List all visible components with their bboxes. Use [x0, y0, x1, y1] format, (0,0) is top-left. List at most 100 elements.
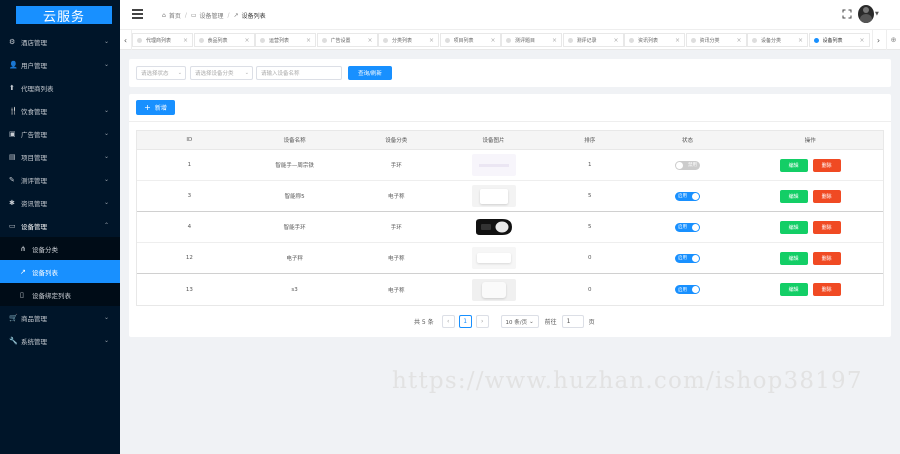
page-number[interactable]: 1	[458, 315, 472, 328]
status-toggle[interactable]: 启用	[675, 253, 701, 263]
tabs-menu-icon[interactable]: ⊕	[886, 30, 900, 50]
edit-button[interactable]: 编辑	[779, 158, 808, 172]
status-select[interactable]: 请选择状态 ⌄	[136, 66, 186, 80]
prev-page-button[interactable]: ‹	[441, 315, 455, 328]
close-icon[interactable]: ×	[490, 37, 495, 44]
tab-news-list[interactable]: 资讯列表 ×	[624, 33, 685, 47]
category-select[interactable]: 请选择设备分类 ⌄	[190, 66, 253, 80]
tab-food-list[interactable]: 食品列表 ×	[193, 33, 255, 47]
tab-agent-list[interactable]: 代理商列表 ×	[132, 33, 193, 47]
hamburger-icon[interactable]	[132, 9, 143, 19]
tab-project-list[interactable]: 项目列表 ×	[439, 33, 501, 47]
close-icon[interactable]: ×	[552, 37, 557, 44]
tab-ops-list[interactable]: 运营列表 ×	[255, 33, 316, 47]
goto-page-input[interactable]: 1	[561, 315, 584, 328]
dot-icon	[690, 37, 696, 43]
edit-button[interactable]: 编辑	[779, 189, 808, 203]
tab-device-list[interactable]: 设备列表 ×	[808, 33, 870, 47]
delete-button[interactable]: 删除	[812, 283, 841, 296]
add-button[interactable]: + 新增	[136, 100, 175, 115]
cell-category: 电子称	[388, 194, 405, 200]
sidebar-item-assessment[interactable]: ✎ 测评管理 ⌄	[0, 168, 120, 191]
status-toggle[interactable]: 启用	[675, 285, 701, 294]
chevron-down-icon: ⌄	[103, 337, 109, 344]
chevron-down-icon: ⌄	[244, 70, 249, 76]
cell-actions: 编辑 删除	[737, 212, 883, 242]
avatar[interactable]	[858, 5, 874, 23]
close-icon[interactable]: ×	[613, 37, 618, 44]
tab-ad-settings[interactable]: 广告设置 ×	[316, 33, 378, 47]
breadcrumb-device-management[interactable]: 设备管理	[200, 11, 224, 20]
sidebar-subitem-device-list[interactable]: ↗ 设备列表	[0, 260, 120, 283]
sidebar-item-users[interactable]: 👤 用户管理 ⌄	[0, 53, 120, 76]
close-icon[interactable]: ×	[367, 37, 372, 44]
chevron-down-icon: ⌄	[103, 38, 109, 45]
sidebar-item-label: 设备管理	[21, 222, 47, 231]
tab-news-category[interactable]: 资讯分类 ×	[685, 33, 747, 47]
tab-assessment-questions[interactable]: 测评题目 ×	[501, 33, 562, 47]
cell-sort: 5	[588, 224, 592, 230]
sidebar-item-system[interactable]: 🔧 系统管理 ⌄	[0, 329, 120, 352]
close-icon[interactable]: ×	[736, 37, 741, 44]
status-toggle[interactable]: 启用	[675, 222, 701, 232]
fullscreen-icon[interactable]	[842, 9, 852, 19]
close-icon[interactable]: ×	[183, 37, 188, 44]
dot-icon	[260, 37, 265, 43]
close-icon[interactable]: ×	[306, 37, 311, 44]
cell-sort: 5	[588, 193, 592, 199]
sidebar-item-label: 用户管理	[21, 61, 47, 70]
tabs-scroll-right-icon[interactable]: ›	[872, 30, 884, 50]
tab-category-list[interactable]: 分类列表 ×	[378, 33, 439, 47]
sidebar-item-devices[interactable]: ▭ 设备管理 ⌃	[0, 214, 120, 237]
delete-button[interactable]: 删除	[812, 251, 841, 265]
logo[interactable]: 云服务	[0, 0, 120, 30]
device-thumbnail[interactable]	[471, 154, 516, 176]
table-row: 3 智能称5 电子称 5 启用 编辑 删除	[137, 181, 883, 212]
sidebar-item-food[interactable]: 🍴 饮食管理 ⌄	[0, 99, 120, 122]
gear-icon: ⚙	[9, 37, 16, 46]
edit-button[interactable]: 编辑	[779, 251, 808, 265]
home-icon: ⌂	[162, 12, 166, 19]
news-icon: ✱	[9, 198, 15, 207]
dot-icon	[137, 37, 142, 43]
close-icon[interactable]: ×	[859, 37, 864, 44]
cell-actions: 编辑 删除	[737, 243, 883, 273]
delete-button[interactable]: 删除	[812, 220, 841, 234]
close-icon[interactable]: ×	[798, 37, 803, 44]
ad-icon: ▣	[9, 129, 16, 138]
close-icon[interactable]: ×	[675, 37, 680, 44]
tab-assessment-records[interactable]: 测评记录 ×	[562, 33, 624, 47]
device-thumbnail[interactable]	[472, 216, 516, 238]
tab-device-category[interactable]: 设备分类 ×	[747, 33, 808, 47]
sidebar-subitem-device-category[interactable]: ⋔ 设备分类	[0, 237, 120, 260]
device-thumbnail[interactable]	[471, 278, 516, 301]
edit-button[interactable]: 编辑	[779, 220, 808, 234]
food-icon: 🍴	[9, 106, 18, 115]
edit-button[interactable]: 编辑	[779, 283, 808, 296]
caret-down-icon[interactable]: ▼	[875, 11, 879, 17]
delete-button[interactable]: 删除	[812, 189, 841, 203]
next-page-button[interactable]: ›	[475, 315, 489, 328]
device-thumbnail[interactable]	[471, 185, 516, 207]
status-toggle[interactable]: 启用	[675, 191, 701, 201]
project-icon: ▤	[9, 152, 16, 161]
col-actions: 操作	[804, 138, 816, 144]
sidebar-item-agents[interactable]: ⬆ 代理商列表	[0, 76, 120, 99]
close-icon[interactable]: ×	[244, 37, 249, 44]
delete-button[interactable]: 删除	[812, 158, 841, 172]
tabs-scroll-left-icon[interactable]: ‹	[120, 30, 132, 50]
sidebar-item-hotel[interactable]: ⚙ 酒店管理 ⌄	[0, 30, 120, 53]
cell-id: 12	[185, 255, 193, 261]
status-toggle[interactable]: 禁用	[675, 160, 701, 170]
device-name-input[interactable]: 请输入设备名称	[256, 66, 342, 80]
device-thumbnail[interactable]	[471, 247, 516, 269]
breadcrumb-home[interactable]: 首页	[169, 11, 181, 20]
sidebar-item-ads[interactable]: ▣ 广告管理 ⌄	[0, 122, 120, 145]
sidebar-subitem-device-bindings[interactable]: ▯ 设备绑定列表	[0, 283, 120, 306]
sidebar-item-projects[interactable]: ▤ 项目管理 ⌄	[0, 145, 120, 168]
sidebar-item-news[interactable]: ✱ 资讯管理 ⌄	[0, 191, 120, 214]
sidebar-item-goods[interactable]: 🛒 商品管理 ⌄	[0, 306, 120, 329]
close-icon[interactable]: ×	[429, 37, 434, 44]
search-refresh-button[interactable]: 查询/刷新	[348, 66, 392, 80]
page-size-select[interactable]: 10 条/页 ⌄	[500, 315, 539, 328]
